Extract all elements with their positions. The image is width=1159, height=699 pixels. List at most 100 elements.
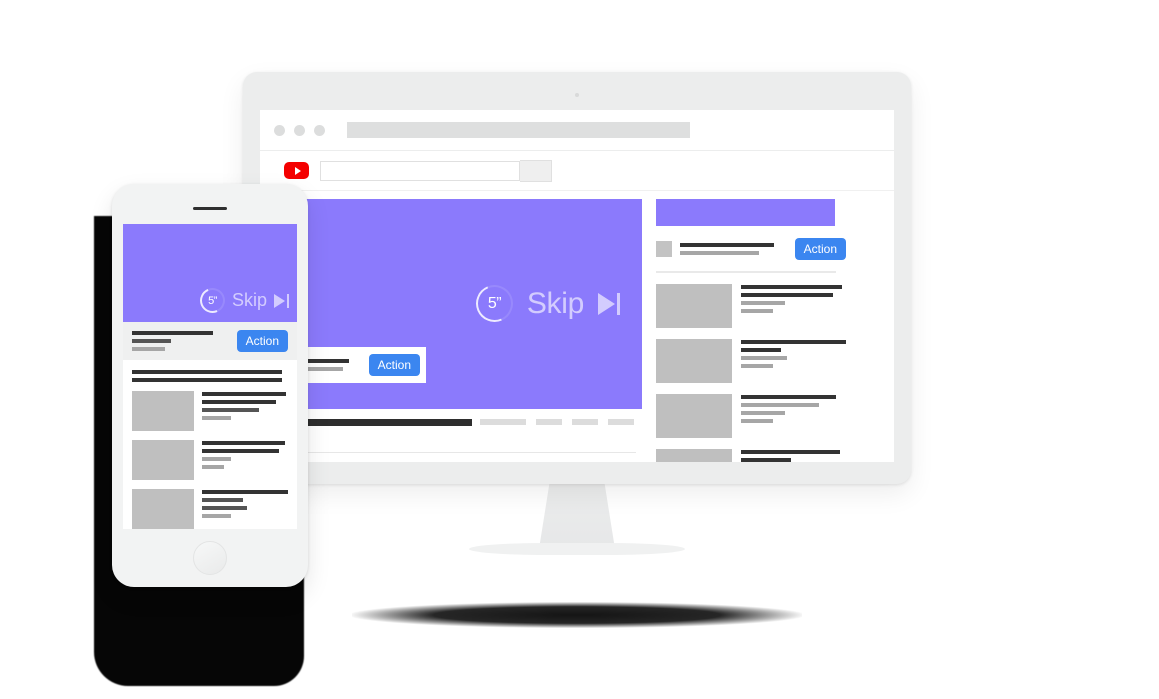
mobile-action-button[interactable]: Action: [236, 330, 288, 352]
mobile-video-item[interactable]: [123, 382, 297, 431]
url-bar[interactable]: [347, 122, 690, 138]
video-action-chip[interactable]: [608, 419, 634, 425]
sidebar-video-item[interactable]: [656, 339, 846, 383]
video-line: [741, 340, 846, 344]
overlay-ad-line: [306, 367, 343, 371]
video-line: [202, 490, 288, 494]
video-thumbnail: [656, 394, 732, 438]
video-line: [202, 514, 232, 518]
skip-ad-control[interactable]: 5” Skip: [470, 279, 620, 328]
close-dot-icon[interactable]: [274, 124, 285, 136]
overlay-action-button[interactable]: Action: [368, 354, 420, 376]
sidebar-banner-ad[interactable]: [656, 199, 835, 226]
countdown-ring-icon: 5”: [470, 279, 519, 328]
video-line: [202, 449, 280, 453]
sidebar-video-item[interactable]: [656, 449, 846, 462]
countdown-value: 5”: [208, 294, 217, 307]
minimize-dot-icon[interactable]: [294, 124, 305, 136]
companion-action-button[interactable]: Action: [794, 238, 846, 260]
video-thumbnail: [132, 391, 194, 431]
video-action-chip[interactable]: [480, 419, 526, 425]
video-line: [741, 356, 788, 360]
home-button[interactable]: [193, 541, 227, 575]
skip-label: Skip: [231, 290, 267, 310]
section-divider: [270, 452, 636, 453]
monitor-stand-neck: [539, 482, 615, 549]
video-player[interactable]: 5” Skip Action: [270, 199, 642, 409]
video-line: [741, 395, 836, 399]
video-line: [202, 400, 276, 404]
video-line: [202, 465, 225, 469]
overlay-ad-text: [306, 359, 362, 371]
video-action-chip[interactable]: [536, 419, 562, 425]
monitor-shadow: [352, 602, 802, 628]
mobile-phone: 5” Skip Action: [94, 184, 308, 686]
video-info: [202, 440, 288, 480]
video-line: [741, 309, 773, 313]
mobile-video-item[interactable]: [123, 431, 297, 480]
maximize-dot-icon[interactable]: [314, 124, 325, 136]
video-line: [741, 348, 781, 352]
video-line: [741, 411, 786, 415]
video-meta-section: [270, 409, 642, 453]
mobile-video-player[interactable]: 5” Skip: [123, 224, 297, 322]
video-action-chip[interactable]: [572, 419, 598, 425]
youtube-page-body: 5” Skip Action Action: [260, 191, 894, 462]
mobile-ad-row[interactable]: Action: [123, 322, 297, 360]
sidebar-divider: [656, 271, 836, 273]
monitor-screen: 5” Skip Action Action: [260, 110, 894, 462]
video-thumbnail: [656, 339, 732, 383]
sidebar-video-item[interactable]: [656, 284, 846, 328]
video-line: [202, 441, 285, 445]
video-line: [202, 506, 247, 510]
video-info: [741, 284, 846, 328]
mobile-ad-line: [132, 331, 214, 335]
main-column: 5” Skip Action: [270, 199, 642, 462]
video-info: [741, 394, 846, 438]
video-thumbnail: [132, 489, 194, 529]
video-action-chips[interactable]: [480, 419, 634, 425]
phone-frame: 5” Skip Action: [112, 184, 308, 587]
mockup-stage: 5” Skip Action Action 5” Skip Action: [0, 0, 1159, 699]
monitor-stand-base: [469, 543, 685, 555]
video-thumbnail: [132, 440, 194, 480]
browser-chrome: [260, 110, 894, 151]
webcam-icon: [575, 93, 579, 97]
video-line: [202, 498, 244, 502]
video-info: [202, 391, 288, 431]
companion-ad-line: [680, 243, 774, 247]
video-thumbnail: [656, 449, 732, 462]
video-info: [741, 449, 846, 462]
companion-ad-thumbnail: [656, 241, 672, 257]
video-line: [741, 293, 834, 297]
video-line: [741, 301, 786, 305]
video-line: [741, 364, 773, 368]
video-line: [741, 458, 792, 462]
companion-ad-text: [680, 243, 787, 255]
skip-forward-icon: [274, 293, 289, 308]
video-line: [741, 419, 773, 423]
countdown-value: 5”: [487, 294, 501, 312]
companion-ad-row[interactable]: Action: [656, 238, 846, 260]
video-line: [741, 285, 842, 289]
mobile-ad-line: [132, 347, 165, 351]
search-input[interactable]: [320, 160, 520, 181]
sidebar-video-item[interactable]: [656, 394, 846, 438]
mobile-ad-line: [132, 339, 171, 343]
youtube-header: [260, 151, 894, 191]
youtube-logo-icon[interactable]: [284, 162, 309, 179]
mobile-skip-ad-control[interactable]: 5” Skip: [196, 284, 289, 317]
phone-screen: 5” Skip Action: [123, 224, 297, 529]
monitor-bezel: 5” Skip Action Action: [243, 72, 911, 484]
desktop-monitor: 5” Skip Action Action: [243, 72, 911, 628]
countdown-ring-icon: 5”: [196, 284, 229, 317]
video-thumbnail: [656, 284, 732, 328]
search-button[interactable]: [520, 159, 552, 182]
sidebar-column: Action: [656, 199, 846, 462]
overlay-ad-line: [306, 359, 350, 363]
earpiece-speaker-icon: [193, 207, 227, 210]
video-info: [741, 339, 846, 383]
mobile-video-item[interactable]: [123, 480, 297, 529]
video-line: [202, 408, 259, 412]
mobile-title-line: [132, 370, 282, 374]
